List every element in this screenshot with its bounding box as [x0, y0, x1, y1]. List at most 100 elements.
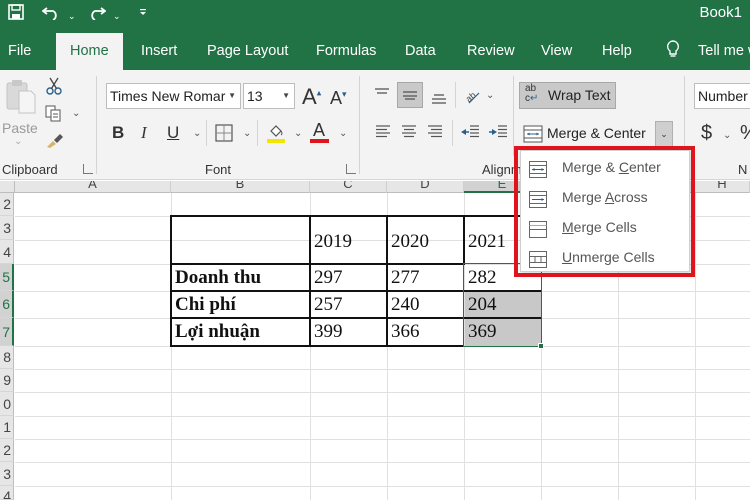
orientation-icon[interactable]: ab — [462, 84, 484, 106]
gridline — [15, 486, 750, 487]
paste-dropdown-icon[interactable]: ⌄ — [14, 136, 22, 147]
tab-file[interactable]: File — [0, 28, 39, 70]
font-launcher-icon[interactable] — [346, 164, 356, 174]
column-header-d[interactable]: D — [387, 181, 464, 193]
currency-dropdown-icon[interactable]: ⌄ — [723, 130, 731, 141]
middle-align-icon[interactable] — [397, 82, 423, 108]
table-cell[interactable]: 366 — [388, 319, 420, 345]
copy-dropdown-icon[interactable]: ⌄ — [72, 108, 80, 119]
lightbulb-icon[interactable] — [666, 40, 680, 58]
font-name-dropdown-icon[interactable]: ▼ — [228, 84, 236, 108]
customize-qat-icon[interactable] — [139, 6, 147, 24]
select-all-corner[interactable] — [0, 181, 15, 193]
increase-indent-icon[interactable] — [486, 122, 510, 142]
row-header-5[interactable]: 5 — [0, 264, 14, 291]
fill-handle[interactable] — [538, 343, 544, 349]
table-cell[interactable]: 399 — [311, 319, 343, 345]
italic-button[interactable]: I — [141, 123, 147, 143]
column-header-h[interactable]: H — [695, 181, 750, 193]
paste-icon[interactable] — [4, 78, 38, 116]
borders-dropdown-icon[interactable]: ⌄ — [243, 128, 251, 139]
font-name-combo[interactable]: Times New Romar ▼ — [106, 83, 241, 109]
row-header-14[interactable]: 4 — [0, 486, 14, 500]
column-header-b[interactable]: B — [171, 181, 310, 193]
tab-page-layout[interactable]: Page Layout — [199, 28, 296, 70]
table-header-2021[interactable]: 2021 — [465, 229, 506, 255]
underline-button[interactable]: U — [167, 123, 179, 143]
grow-font-button[interactable]: A▴ — [302, 84, 321, 110]
tab-help[interactable]: Help — [594, 28, 640, 70]
row-header-11[interactable]: 1 — [0, 416, 14, 439]
fill-color-dropdown-icon[interactable]: ⌄ — [294, 128, 302, 139]
clipboard-group-label: Clipboard — [2, 162, 58, 177]
table-cell[interactable]: 297 — [311, 265, 343, 291]
number-format-combo[interactable]: Number — [694, 83, 750, 109]
bold-button[interactable]: B — [112, 123, 124, 143]
clipboard-launcher-icon[interactable] — [83, 164, 93, 174]
row-header-10[interactable]: 0 — [0, 392, 14, 416]
redo-dropdown-icon[interactable]: ⌄ — [113, 7, 121, 25]
tab-view[interactable]: View — [533, 28, 580, 70]
row-label-cost[interactable]: Chi phí — [172, 292, 236, 318]
paste-button[interactable]: Paste — [2, 120, 38, 136]
column-header-c[interactable]: C — [310, 181, 387, 193]
font-color-dropdown-icon[interactable]: ⌄ — [339, 128, 347, 139]
currency-button[interactable]: $ — [701, 122, 712, 145]
merge-center-button[interactable]: Merge & Center — [519, 119, 654, 147]
gridline — [15, 416, 750, 417]
tab-data[interactable]: Data — [397, 28, 444, 70]
font-color-button[interactable]: A — [310, 120, 332, 145]
row-header-12[interactable]: 2 — [0, 439, 14, 462]
tab-review[interactable]: Review — [459, 28, 523, 70]
top-align-icon[interactable] — [371, 84, 393, 104]
cut-icon[interactable] — [44, 76, 64, 96]
borders-icon[interactable] — [214, 123, 234, 143]
tab-formulas[interactable]: Formulas — [308, 28, 384, 70]
font-size-combo[interactable]: 13 ▼ — [243, 83, 295, 109]
row-header-2[interactable]: 2 — [0, 193, 14, 216]
merge-center-label: Merge & Center — [547, 125, 646, 141]
percent-button[interactable]: % — [740, 122, 750, 145]
bottom-align-icon[interactable] — [428, 87, 450, 107]
tell-me-search[interactable]: Tell me w — [690, 28, 750, 70]
row-label-profit[interactable]: Lợi nhuận — [172, 319, 260, 345]
table-cell[interactable]: 257 — [311, 292, 343, 318]
row-header-9[interactable]: 9 — [0, 369, 14, 392]
row-header-8[interactable]: 8 — [0, 346, 14, 369]
font-size-dropdown-icon[interactable]: ▼ — [282, 84, 290, 108]
copy-icon[interactable] — [44, 104, 64, 124]
merge-center-dropdown-button[interactable]: ⌄ — [655, 121, 673, 147]
table-cell[interactable]: 277 — [388, 265, 420, 291]
align-right-icon[interactable] — [424, 122, 446, 142]
redo-icon[interactable] — [86, 4, 107, 25]
row-header-7[interactable]: 7 — [0, 318, 14, 346]
number-format-value: Number — [698, 88, 748, 104]
fill-color-icon[interactable] — [265, 121, 287, 145]
decrease-indent-icon[interactable] — [458, 122, 482, 142]
save-icon[interactable] — [8, 4, 24, 25]
annotation-highlight-frame — [514, 146, 695, 277]
undo-dropdown-icon[interactable]: ⌄ — [68, 7, 76, 25]
align-left-icon[interactable] — [372, 122, 394, 142]
tab-home[interactable]: Home — [56, 33, 123, 70]
format-painter-icon[interactable] — [44, 130, 66, 150]
row-header-3[interactable]: 3 — [0, 216, 14, 240]
tab-insert[interactable]: Insert — [133, 28, 185, 70]
title-bar: ⌄ ⌄ Book1 — [0, 0, 750, 28]
column-header-a[interactable]: A — [15, 181, 171, 193]
underline-dropdown-icon[interactable]: ⌄ — [193, 128, 201, 139]
row-header-4[interactable]: 4 — [0, 240, 14, 264]
align-center-icon[interactable] — [398, 122, 420, 142]
table-header-2019[interactable]: 2019 — [311, 229, 352, 255]
gridline — [15, 462, 750, 463]
shrink-font-button[interactable]: A▾ — [330, 88, 347, 109]
table-cell[interactable]: 240 — [388, 292, 420, 318]
undo-icon[interactable] — [41, 4, 62, 25]
table-header-2020[interactable]: 2020 — [388, 229, 429, 255]
row-label-revenue[interactable]: Doanh thu — [172, 265, 261, 291]
row-header-6[interactable]: 6 — [0, 291, 14, 318]
group-separator — [359, 76, 360, 174]
row-header-13[interactable]: 3 — [0, 462, 14, 486]
orientation-dropdown-icon[interactable]: ⌄ — [486, 90, 494, 101]
wrap-text-button[interactable]: ab c↵ Wrap Text — [519, 82, 616, 109]
